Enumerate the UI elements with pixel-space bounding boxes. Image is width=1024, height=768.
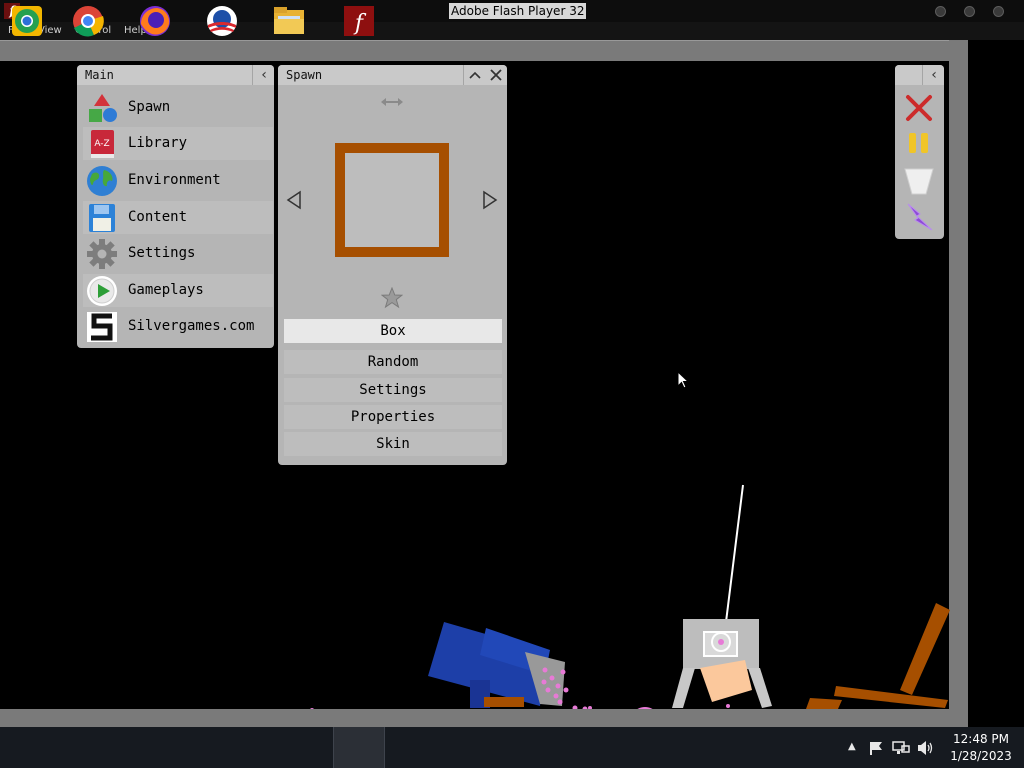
flash-player-icon[interactable]: f (341, 4, 377, 38)
main-item-environment[interactable]: Environment (83, 164, 273, 197)
show-hidden-icons-button[interactable]: ▲ (848, 741, 856, 752)
floppy-disk-icon (89, 204, 115, 232)
spawn-panel-title: Spawn (286, 68, 323, 82)
file-explorer-icon[interactable] (271, 4, 307, 38)
funnel-icon[interactable] (904, 166, 934, 196)
main-item-spawn[interactable]: Spawn (83, 91, 273, 124)
skin-button[interactable]: Skin (284, 432, 502, 456)
spawn-settings-button[interactable]: Settings (284, 378, 502, 402)
close-spawn-button[interactable] (486, 65, 506, 85)
game-frame-right (949, 40, 968, 710)
main-item-gameplays[interactable]: Gameplays (83, 274, 273, 307)
box-object-preview (335, 143, 449, 257)
play-icon (87, 276, 117, 306)
rope-line (724, 484, 744, 631)
svg-text:A-Z: A-Z (94, 139, 109, 149)
collapse-spawn-button[interactable] (465, 65, 485, 85)
library-book-icon: A-Z (91, 130, 114, 158)
main-panel-title: Main (85, 68, 114, 82)
silvergames-logo-icon (87, 312, 117, 342)
main-item-silvergames[interactable]: Silvergames.com (83, 310, 273, 343)
spawn-panel: Spawn Box Random Settings Properties Ski… (278, 65, 507, 465)
game-frame-bottom (0, 709, 968, 727)
mouse-cursor (677, 371, 689, 389)
close-window-button[interactable] (993, 6, 1004, 17)
volume-icon[interactable] (917, 740, 935, 756)
close-x-icon[interactable] (905, 94, 933, 122)
blue-ragdoll (428, 622, 565, 708)
screen: f Adobe Flash Player 32 File View Contro… (0, 0, 1024, 768)
resize-horizontal-icon[interactable] (380, 97, 404, 107)
chrome-canary-icon[interactable] (9, 4, 45, 38)
outer-black-area (968, 40, 1024, 727)
chrome-icon[interactable] (70, 4, 106, 38)
maximize-button[interactable] (964, 6, 975, 17)
action-center-flag-icon[interactable] (868, 740, 884, 756)
properties-button[interactable]: Properties (284, 405, 502, 429)
wooden-planks (806, 603, 950, 709)
main-item-content[interactable]: Content (83, 201, 273, 234)
clock-time: 12:48 PM (953, 732, 1009, 746)
globe-icon (87, 166, 117, 196)
firefox-icon[interactable] (137, 4, 173, 38)
spawn-panel-header: Spawn (278, 65, 507, 85)
pause-icon[interactable] (907, 131, 931, 155)
clock-date: 1/28/2023 (950, 749, 1012, 763)
tools-panel-header: ‹ (895, 65, 944, 85)
previous-object-arrow[interactable] (286, 190, 302, 210)
lightning-icon[interactable] (906, 202, 934, 232)
tools-panel: ‹ (895, 65, 944, 239)
main-item-library[interactable]: A-Z Library (83, 127, 273, 160)
network-icon[interactable] (892, 740, 910, 756)
gray-robot (672, 619, 772, 708)
taskbar-active-highlight (333, 727, 385, 768)
system-clock[interactable]: 12:48 PM 1/28/2023 (946, 731, 1016, 765)
main-panel: Main ‹ Spawn A-Z Library Environment Con… (77, 65, 274, 348)
next-object-arrow[interactable] (482, 190, 498, 210)
selected-object-label[interactable]: Box (284, 319, 502, 343)
collapse-tools-button[interactable]: ‹ (924, 65, 944, 85)
obama-logo-icon[interactable] (204, 4, 240, 38)
favorite-star-icon[interactable] (381, 287, 403, 309)
main-item-settings[interactable]: Settings (83, 237, 273, 270)
main-panel-header: Main ‹ (77, 65, 274, 85)
gear-icon (87, 239, 117, 269)
random-button[interactable]: Random (284, 350, 502, 374)
spawn-shapes-icon (89, 94, 117, 122)
collapse-main-button[interactable]: ‹ (254, 65, 274, 85)
